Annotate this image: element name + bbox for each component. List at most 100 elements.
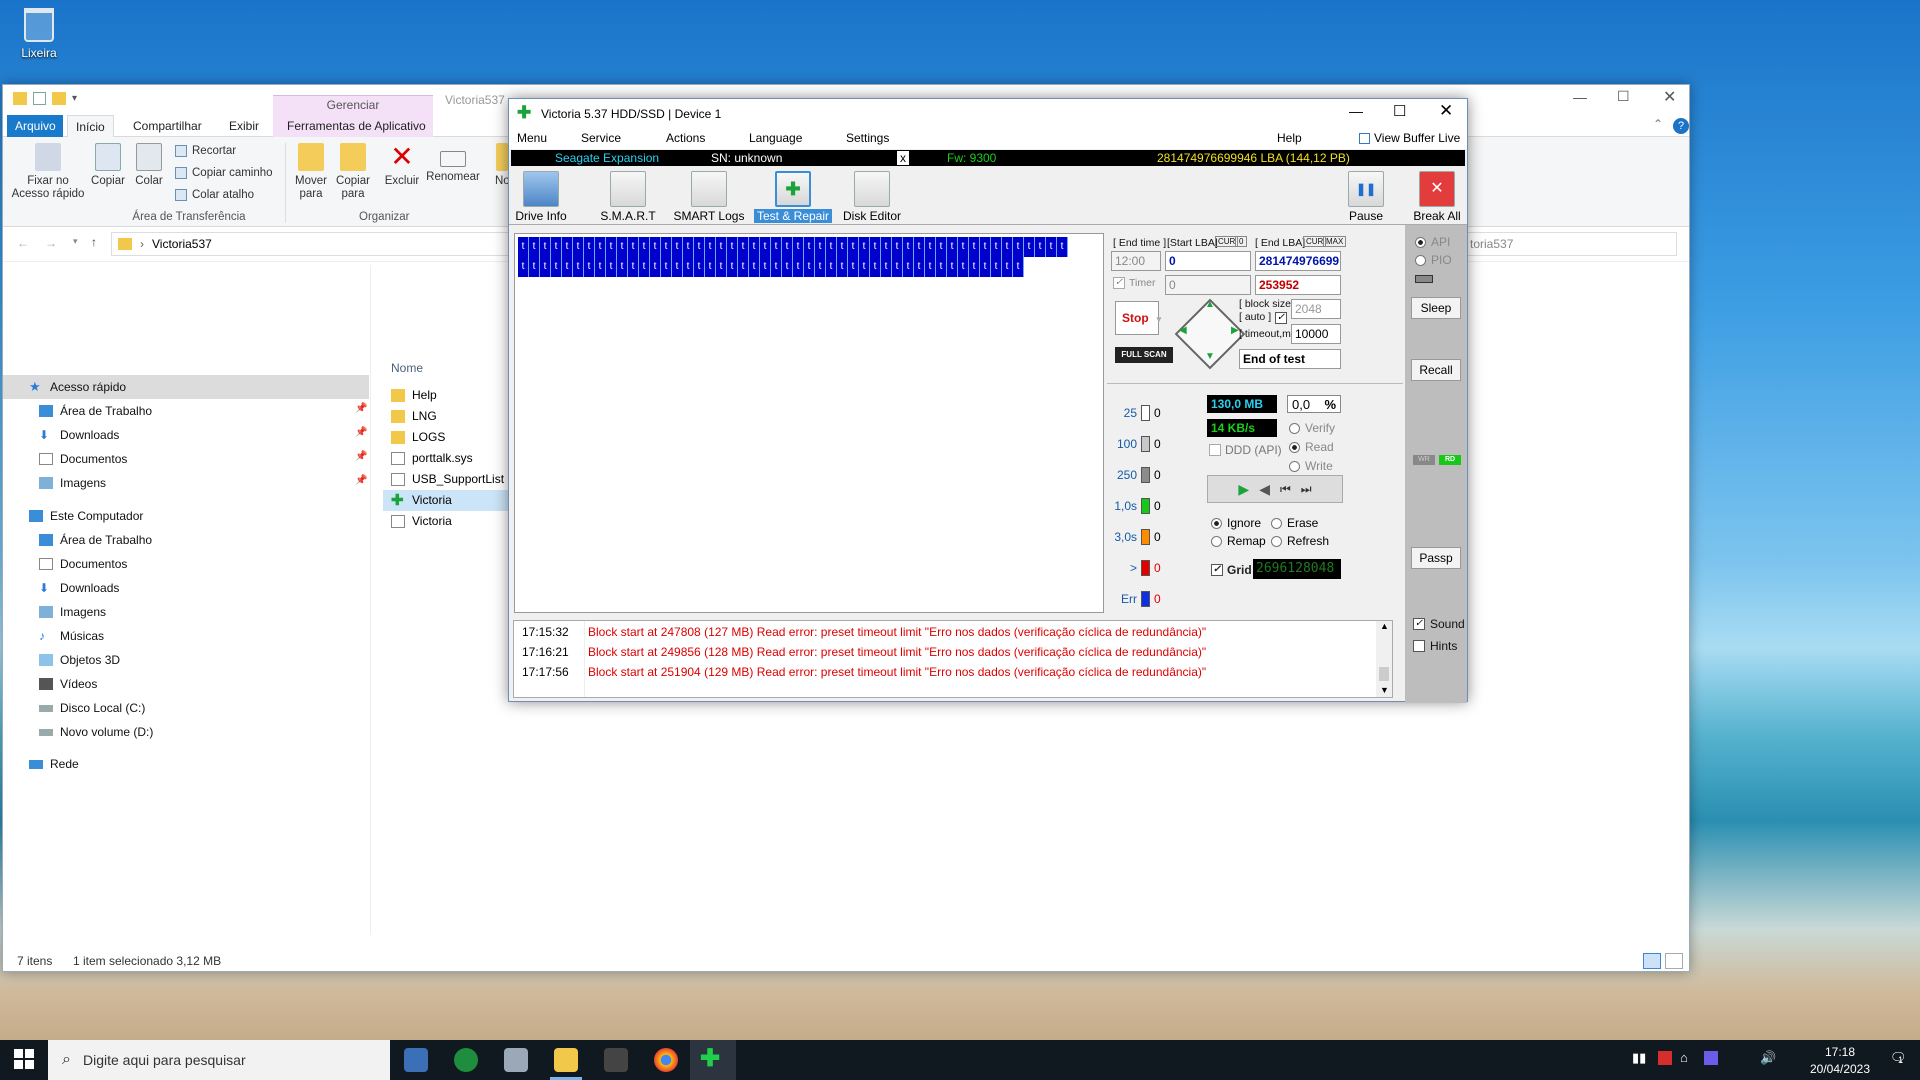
arrow-up-icon[interactable]: ▲ (1205, 299, 1215, 310)
nav-qa-desktop[interactable]: Área de Trabalho (39, 399, 152, 423)
tray-discord-icon[interactable] (1704, 1051, 1718, 1065)
nav-pc-downloads[interactable]: ⬇ Downloads (39, 576, 119, 600)
new-folder-icon[interactable] (52, 92, 66, 105)
nav-qa-documents[interactable]: Documentos (39, 447, 127, 471)
nav-qa-images[interactable]: Imagens (39, 471, 106, 495)
nav-pc-videos[interactable]: Vídeos (39, 672, 97, 696)
file-manager-icon[interactable] (504, 1048, 528, 1072)
tab-compartilhar[interactable]: Compartilhar (125, 115, 210, 137)
read-radio[interactable]: Read (1289, 440, 1334, 454)
tab-inicio[interactable]: Início (67, 115, 114, 137)
clock-time[interactable]: 17:18 (1808, 1045, 1872, 1059)
search-input[interactable]: toria537 (1463, 232, 1677, 256)
nav-pc-disk-d[interactable]: Novo volume (D:) (39, 720, 153, 744)
chrome-icon[interactable] (654, 1048, 678, 1072)
cut-button[interactable]: Recortar (175, 145, 236, 157)
close-icon[interactable]: ✕ (1663, 87, 1676, 107)
list-item[interactable]: USB_SupportList (391, 469, 504, 490)
list-item[interactable]: LOGS (391, 427, 445, 448)
sleep-button[interactable]: Sleep (1411, 297, 1461, 319)
file-explorer-icon[interactable] (554, 1048, 578, 1072)
stop-button[interactable]: Stop ▾ (1115, 301, 1161, 335)
nav-pc-3d-objects[interactable]: Objetos 3D (39, 648, 120, 672)
api-radio[interactable]: API (1415, 235, 1450, 249)
large-icons-view-icon[interactable] (1665, 953, 1683, 969)
hints-checkbox[interactable]: Hints (1413, 639, 1457, 653)
block-size-select[interactable]: 2048 (1291, 299, 1341, 319)
delete-button[interactable]: ✕ Excluir (379, 143, 425, 188)
drive-info-button[interactable]: Drive Info (513, 171, 569, 223)
copy-to-button[interactable]: Copiar para (333, 143, 373, 201)
quick-access-toolbar[interactable]: ▾ (13, 92, 77, 105)
nav-quick-access[interactable]: ★ Acesso rápido (3, 375, 369, 399)
disk-editor-button[interactable]: Disk Editor (839, 171, 905, 223)
tab-arquivo[interactable]: Arquivo (7, 115, 63, 137)
steam-icon[interactable] (404, 1048, 428, 1072)
ignore-radio[interactable]: Ignore (1211, 516, 1261, 530)
auto-checkbox[interactable]: ✓ (1275, 312, 1287, 324)
clock-date[interactable]: 20/04/2023 (1800, 1062, 1880, 1076)
maximize-icon[interactable]: ☐ (1393, 102, 1406, 120)
details-view-icon[interactable] (1643, 953, 1661, 969)
sound-checkbox[interactable]: ✓ Sound (1413, 617, 1465, 631)
nav-network[interactable]: Rede (29, 752, 79, 776)
up-icon[interactable]: ↑ (91, 235, 97, 249)
nav-this-pc[interactable]: Este Computador (29, 504, 143, 528)
arrow-right-icon[interactable]: ▶ (1231, 325, 1239, 336)
end-lba-input[interactable]: 281474976699 (1255, 251, 1341, 271)
list-item[interactable]: Help (391, 385, 437, 406)
clapperboard-icon[interactable] (604, 1048, 628, 1072)
taskbar-search[interactable]: ⌕ Digite aqui para pesquisar (48, 1040, 390, 1080)
xbox-icon[interactable] (454, 1048, 478, 1072)
help-icon[interactable]: ? (1673, 118, 1689, 134)
copy-path-button[interactable]: Copiar caminho (175, 167, 273, 179)
play-icon[interactable]: ▶ (1238, 481, 1249, 498)
nav-qa-downloads[interactable]: ⬇ Downloads (39, 423, 119, 447)
new-button[interactable]: No (495, 143, 509, 188)
nav-pc-disk-c[interactable]: Disco Local (C:) (39, 696, 145, 720)
scroll-up-icon[interactable]: ▲ (1380, 621, 1389, 631)
timer-checkbox[interactable]: ✓ Timer (1113, 277, 1155, 289)
erase-radio[interactable]: Erase (1271, 516, 1318, 530)
full-scan-button[interactable]: FULL SCAN (1115, 347, 1173, 363)
start-zero-button[interactable]: 0 (1235, 236, 1248, 247)
break-all-button[interactable]: ✕ Break All (1409, 171, 1465, 223)
recall-button[interactable]: Recall (1411, 359, 1461, 381)
tray-network-icon[interactable]: ⌂ (1680, 1050, 1688, 1065)
nav-pc-music[interactable]: ♪ Músicas (39, 624, 104, 648)
list-item[interactable]: Victoria (391, 511, 452, 532)
pin-button[interactable]: Fixar no Acesso rápido (9, 143, 87, 201)
list-item[interactable]: LNG (391, 406, 437, 427)
ribbon-collapse-icon[interactable]: ⌃ (1653, 117, 1663, 131)
properties-icon[interactable] (33, 92, 46, 105)
end-of-test-select[interactable]: End of test (1239, 349, 1341, 369)
smart-logs-button[interactable]: SMART Logs (673, 171, 745, 223)
tab-exibir[interactable]: Exibir (221, 115, 267, 137)
address-field[interactable]: › Victoria537 (111, 232, 511, 256)
pio-radio[interactable]: PIO (1415, 253, 1452, 267)
end-time-input[interactable]: 12:00 (1111, 251, 1161, 271)
menu-service[interactable]: Service (581, 131, 621, 145)
scroll-down-icon[interactable]: ▼ (1380, 685, 1389, 695)
grid-checkbox[interactable]: ✓ Grid (1211, 563, 1252, 577)
ddd-checkbox[interactable]: DDD (API) (1209, 443, 1282, 457)
move-to-button[interactable]: Mover para (291, 143, 331, 201)
tray-app-icon[interactable] (1658, 1051, 1672, 1065)
menu-menu[interactable]: Menu (517, 131, 547, 145)
close-icon[interactable]: ✕ (1439, 101, 1453, 121)
list-item-selected[interactable]: ✚ Victoria (383, 490, 523, 511)
refresh-radio[interactable]: Refresh (1271, 534, 1329, 548)
chevron-down-icon[interactable]: ▾ (72, 93, 77, 104)
recycle-bin-desktop-icon[interactable]: Lixeira (14, 8, 64, 60)
copy-button[interactable]: Copiar (89, 143, 127, 188)
pause-button[interactable]: ❚❚ Pause (1341, 171, 1391, 223)
pin-icon[interactable]: 📌 (355, 475, 367, 486)
step-forward-icon[interactable]: ⏭ (1301, 482, 1312, 497)
arrow-left-icon[interactable]: ◀ (1179, 325, 1187, 336)
arrow-down-icon[interactable]: ▼ (1205, 351, 1215, 362)
maximize-icon[interactable]: ☐ (1617, 88, 1630, 105)
paste-shortcut-button[interactable]: Colar atalho (175, 189, 254, 201)
step-back-icon[interactable]: ⏮ (1280, 482, 1291, 497)
end-max-button[interactable]: MAX (1323, 236, 1347, 247)
pin-icon[interactable]: 📌 (355, 427, 367, 438)
